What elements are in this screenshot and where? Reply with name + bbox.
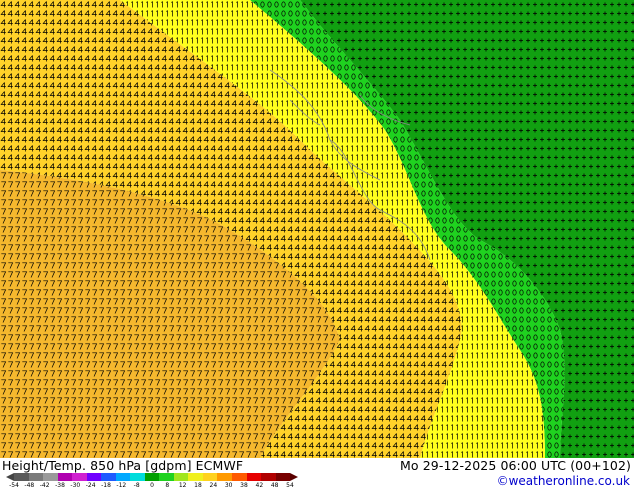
temperature-map [0, 0, 634, 458]
colorbar-tick-label: 54 [286, 482, 294, 489]
colorbar-tick-label: 18 [194, 482, 202, 489]
map-footer: Height/Temp. 850 hPa [gdpm] ECMWF Mo 29-… [0, 458, 634, 490]
credit-link[interactable]: ©weatheronline.co.uk [497, 474, 630, 488]
colorbar-ticks: -54 -48 -42 -38 -30 -24 -18 -12 -8 0 8 12 18 24 30 38 42… [9, 482, 294, 490]
colorbar-segment [72, 473, 87, 481]
colorbar-segment [188, 473, 203, 481]
colorbar [14, 473, 291, 481]
colorbar-segment [173, 473, 189, 481]
colorbar-segment [144, 473, 160, 481]
colorbar-segment [101, 473, 116, 481]
colorbar-tick-label: 12 [178, 482, 187, 489]
colorbar-tick-label: 42 [255, 482, 264, 489]
colorbar-segment [43, 473, 58, 481]
colorbar-tick-label: 24 [209, 482, 218, 489]
colorbar-segment [261, 473, 276, 481]
colorbar-tick-label: -38 [55, 482, 65, 489]
colorbar-right-arrow [290, 473, 298, 481]
colorbar-segment [86, 473, 102, 481]
colorbar-tick-label: 30 [224, 482, 233, 489]
colorbar-segment [115, 473, 131, 481]
colorbar-left-arrow [6, 473, 14, 481]
colorbar-tick-label: 48 [270, 482, 279, 489]
colorbar-segment [28, 473, 44, 481]
colorbar-segment [202, 473, 218, 481]
colorbar-segment [130, 473, 145, 481]
colorbar-tick-label: 8 [165, 482, 170, 489]
map-valid-time: Mo 29-12-2025 06:00 UTC (00+102) [400, 458, 631, 473]
colorbar-tick-label: -24 [85, 482, 96, 489]
colorbar-segment [14, 473, 29, 481]
colorbar-tick-label: -30 [70, 482, 81, 489]
colorbar-segment [217, 473, 232, 481]
colorbar-tick-label: 38 [240, 482, 248, 489]
colorbar-tick-label: -8 [133, 482, 140, 489]
colorbar-tick-label: -12 [116, 482, 127, 489]
colorbar-tick-label: 0 [150, 482, 154, 489]
colorbar-segment [231, 473, 247, 481]
colorbar-tick-label: -48 [24, 482, 35, 489]
colorbar-segment [159, 473, 174, 481]
map-title: Height/Temp. 850 hPa [gdpm] ECMWF [2, 458, 244, 473]
colorbar-segment [246, 473, 262, 481]
colorbar-tick-label: -18 [101, 482, 111, 489]
colorbar-segment [57, 473, 73, 481]
colorbar-segment [275, 473, 291, 481]
colorbar-tick-label: -54 [9, 482, 19, 489]
colorbar-tick-label: -42 [39, 482, 50, 489]
